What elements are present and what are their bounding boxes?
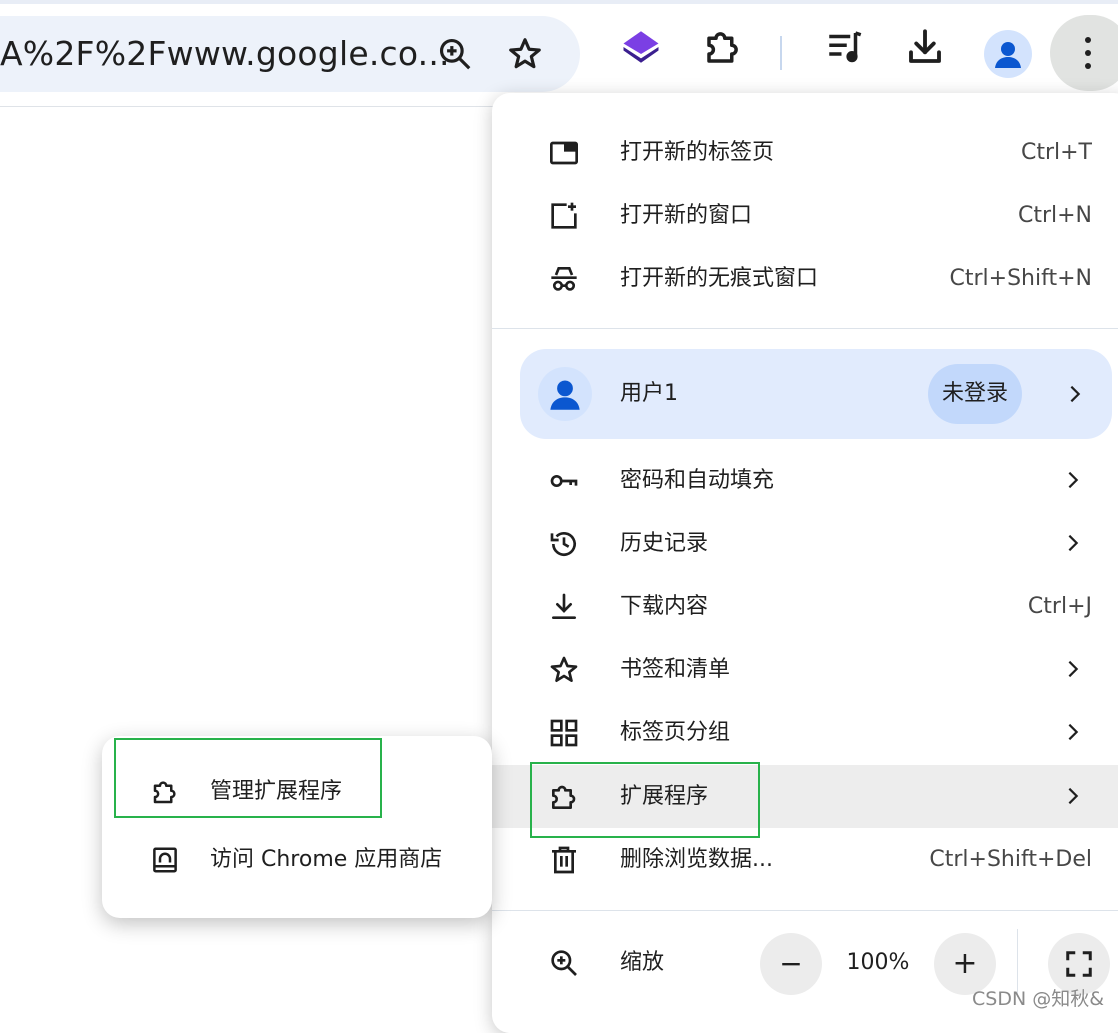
menu-item-downloads[interactable]: 下载内容 Ctrl+J <box>492 575 1118 638</box>
chevron-right-icon <box>1064 383 1086 405</box>
toolbar-divider <box>780 36 782 70</box>
tab-strip-edge <box>0 0 1118 4</box>
zoom-icon <box>548 947 580 979</box>
trash-icon <box>548 844 580 876</box>
menu-item-new-window[interactable]: 打开新的窗口 Ctrl+N <box>492 184 1118 247</box>
profile-avatar-icon[interactable] <box>984 30 1032 78</box>
download-icon[interactable] <box>904 26 946 68</box>
annotation-box-manage <box>114 738 382 818</box>
history-icon <box>548 528 580 560</box>
avatar <box>538 367 592 421</box>
menu-item-label: 打开新的标签页 <box>620 140 775 165</box>
media-playlist-icon[interactable] <box>824 26 866 68</box>
star-icon <box>548 654 580 686</box>
chevron-right-icon <box>1062 721 1084 743</box>
watermark: CSDN @知秋& <box>972 988 1105 1010</box>
menu-item-incognito[interactable]: 打开新的无痕式窗口 Ctrl+Shift+N <box>492 247 1118 310</box>
zoom-out-button[interactable]: − <box>760 933 822 995</box>
menu-item-tab-groups[interactable]: 标签页分组 <box>492 701 1118 764</box>
menu-item-label: 打开新的无痕式窗口 <box>620 266 819 291</box>
profile-row[interactable]: 用户1 未登录 <box>520 349 1112 439</box>
address-bar[interactable]: A%2F%2Fwww.google.co... <box>0 16 580 92</box>
new-tab-icon <box>548 137 580 169</box>
menu-item-label: 下载内容 <box>620 594 709 619</box>
shortcut-text: Ctrl+N <box>1017 203 1092 228</box>
chrome-main-menu: 打开新的标签页 Ctrl+T 打开新的窗口 Ctrl+N 打开新的无痕式窗口 C… <box>492 93 1118 1033</box>
key-icon <box>548 465 580 497</box>
zoom-label: 缩放 <box>620 950 665 975</box>
shortcut-text: Ctrl+T <box>1020 140 1092 165</box>
zoom-in-icon[interactable] <box>436 35 474 73</box>
menu-divider <box>492 328 1118 329</box>
tab-groups-icon <box>548 717 580 749</box>
chevron-right-icon <box>1062 658 1084 680</box>
menu-item-label: 历史记录 <box>620 531 709 556</box>
menu-item-label: 打开新的窗口 <box>620 203 753 228</box>
chevron-right-icon <box>1062 469 1084 491</box>
web-store-icon <box>150 845 180 875</box>
shortcut-text: Ctrl+Shift+N <box>949 266 1092 291</box>
profile-name: 用户1 <box>620 381 678 406</box>
menu-item-label: 标签页分组 <box>620 720 731 745</box>
menu-divider <box>492 910 1118 911</box>
fullscreen-icon <box>1064 949 1094 979</box>
download-icon <box>548 591 580 623</box>
minus-icon: − <box>779 947 803 980</box>
zoom-level: 100% <box>846 950 910 975</box>
url-text[interactable]: A%2F%2Fwww.google.co... <box>0 16 450 92</box>
menu-item-label: 书签和清单 <box>620 657 731 682</box>
chevron-right-icon <box>1062 785 1084 807</box>
toolbar-bottom-border <box>0 106 500 107</box>
extensions-icon[interactable] <box>702 26 744 68</box>
menu-item-history[interactable]: 历史记录 <box>492 512 1118 575</box>
extension-app-icon[interactable] <box>620 26 662 68</box>
chevron-right-icon <box>1062 532 1084 554</box>
browser-toolbar: A%2F%2Fwww.google.co... <box>0 0 1118 106</box>
sign-in-status-badge[interactable]: 未登录 <box>928 364 1022 424</box>
menu-item-label: 密码和自动填充 <box>620 468 775 493</box>
shortcut-text: Ctrl+Shift+Del <box>929 847 1092 872</box>
menu-item-passwords[interactable]: 密码和自动填充 <box>492 449 1118 512</box>
more-menu-icon <box>1078 33 1098 73</box>
menu-item-bookmarks[interactable]: 书签和清单 <box>492 638 1118 701</box>
new-window-icon <box>548 200 580 232</box>
annotation-box-extensions <box>530 762 760 838</box>
menu-item-new-tab[interactable]: 打开新的标签页 Ctrl+T <box>492 121 1118 184</box>
shortcut-text: Ctrl+J <box>1027 594 1092 619</box>
submenu-item-label: 访问 Chrome 应用商店 <box>210 847 443 872</box>
incognito-icon <box>548 263 580 295</box>
submenu-item-chrome-web-store[interactable]: 访问 Chrome 应用商店 <box>102 828 492 892</box>
more-menu-button[interactable] <box>1050 15 1118 91</box>
bookmark-star-icon[interactable] <box>506 35 544 73</box>
